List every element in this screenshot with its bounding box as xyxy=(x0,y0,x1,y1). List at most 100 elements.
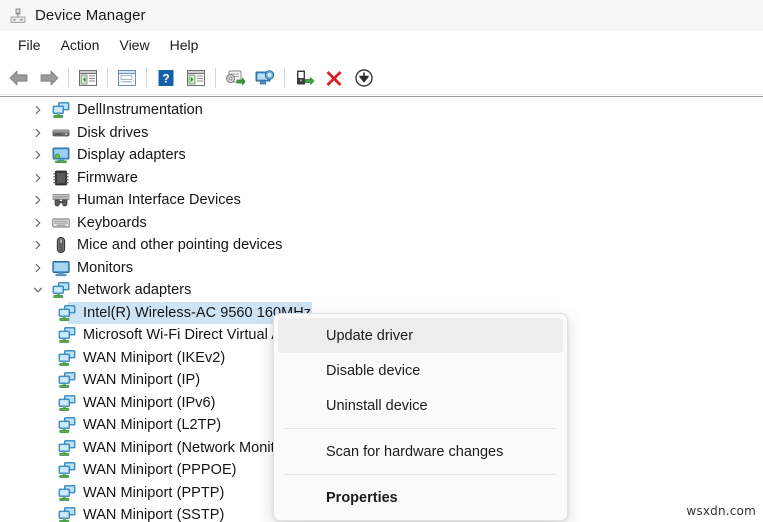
tree-row[interactable]: Network adapters xyxy=(0,279,763,302)
chevron-right-icon xyxy=(35,128,41,137)
toolbar-separator-5 xyxy=(284,67,285,88)
toolbar-divider-light xyxy=(0,94,763,95)
device-manager-icon xyxy=(10,8,26,23)
menu-help[interactable]: Help xyxy=(160,34,209,56)
tree-expander-collapsed[interactable] xyxy=(30,147,46,163)
tree-item-label: Firmware xyxy=(77,169,138,186)
firmware-chip-icon xyxy=(53,170,69,186)
ctx-disable-device[interactable]: Disable device xyxy=(278,353,563,388)
network-adapter-icon xyxy=(58,417,76,434)
tree-row[interactable]: Keyboards xyxy=(0,212,763,235)
network-adapter-icon xyxy=(58,327,76,344)
tree-item-label: WAN Miniport (IKEv2) xyxy=(83,349,226,366)
tree-expander-collapsed[interactable] xyxy=(30,102,46,118)
tree-expander-collapsed[interactable] xyxy=(30,192,46,208)
toolbar-back-button[interactable] xyxy=(4,63,34,93)
menu-action[interactable]: Action xyxy=(51,34,110,56)
tree-item-label: Display adapters xyxy=(77,147,186,164)
tree-expander-collapsed[interactable] xyxy=(30,125,46,141)
toolbar-console-tree-button[interactable] xyxy=(73,63,103,93)
context-menu[interactable]: Update driver Disable device Uninstall dev… xyxy=(273,313,568,521)
tree-item-label: DellInstrumentation xyxy=(77,102,203,119)
device-manager-window: Device Manager File Action View Help ? D… xyxy=(0,0,763,522)
chevron-right-icon xyxy=(35,151,41,160)
tree-expander-collapsed[interactable] xyxy=(30,237,46,253)
toolbar-forward-button[interactable] xyxy=(34,63,64,93)
show-hide-console-tree-icon xyxy=(79,69,97,86)
tree-item-label: Disk drives xyxy=(77,124,149,141)
tree-row[interactable]: Firmware xyxy=(0,167,763,190)
human-interface-icon xyxy=(52,194,70,207)
tree-row[interactable]: Mice and other pointing devices xyxy=(0,234,763,257)
network-adapter-icon xyxy=(58,462,76,479)
menu-view[interactable]: View xyxy=(109,34,159,56)
chevron-right-icon xyxy=(35,241,41,250)
toolbar: ? xyxy=(0,59,763,96)
network-adapter-icon xyxy=(58,507,76,522)
chevron-right-icon xyxy=(35,218,41,227)
ctx-scan-hardware-changes[interactable]: Scan for hardware changes xyxy=(278,434,563,469)
chevron-right-icon xyxy=(35,173,41,182)
show-hide-action-pane-icon xyxy=(187,69,205,86)
mouse-icon xyxy=(56,237,66,254)
tree-item-label: Network adapters xyxy=(77,282,192,299)
toolbar-update-driver-button[interactable] xyxy=(220,63,250,93)
ctx-update-driver[interactable]: Update driver xyxy=(278,318,563,353)
tree-row[interactable]: Display adapters xyxy=(0,144,763,167)
network-adapter-icon xyxy=(58,349,76,366)
ctx-properties[interactable]: Properties xyxy=(278,480,563,515)
network-adapter-icon xyxy=(58,484,76,501)
tree-expander-collapsed[interactable] xyxy=(30,170,46,186)
menu-file[interactable]: File xyxy=(8,34,51,56)
tree-row[interactable]: Monitors xyxy=(0,257,763,280)
toolbar-disable-device-button[interactable] xyxy=(289,63,319,93)
toolbar-separator-3 xyxy=(146,67,147,88)
watermark: wsxdn.com xyxy=(686,504,756,518)
uninstall-device-icon xyxy=(326,70,342,86)
tree-row[interactable]: DellInstrumentation xyxy=(0,99,763,122)
help-icon: ? xyxy=(158,69,174,86)
toolbar-properties-button[interactable] xyxy=(112,63,142,93)
network-computers-icon xyxy=(52,282,70,299)
keyboard-icon xyxy=(52,218,70,228)
tree-item-label: WAN Miniport (L2TP) xyxy=(83,417,222,434)
tree-item-label: WAN Miniport (IP) xyxy=(83,372,201,389)
tree-item-label: WAN Miniport (PPTP) xyxy=(83,484,225,501)
context-menu-separator xyxy=(284,474,557,475)
toolbar-help-button[interactable]: ? xyxy=(151,63,181,93)
tree-row[interactable]: Disk drives xyxy=(0,122,763,145)
tree-row[interactable]: Human Interface Devices xyxy=(0,189,763,212)
tree-item-label: Human Interface Devices xyxy=(77,192,241,209)
tree-item-label: WAN Miniport (SSTP) xyxy=(83,507,225,522)
tree-item-label: Keyboards xyxy=(77,214,147,231)
display-adapter-icon xyxy=(52,147,70,164)
tree-item-label: Mice and other pointing devices xyxy=(77,237,283,254)
toolbar-separator-4 xyxy=(215,67,216,88)
chevron-right-icon xyxy=(35,106,41,115)
toolbar-divider xyxy=(0,96,763,97)
tree-item-label: Monitors xyxy=(77,259,133,276)
toolbar-download-button[interactable] xyxy=(349,63,379,93)
toolbar-scan-hardware-button[interactable] xyxy=(250,63,280,93)
disk-drive-icon xyxy=(52,129,70,137)
disable-device-icon xyxy=(297,70,315,85)
context-menu-separator xyxy=(284,428,557,429)
menu-bar: File Action View Help xyxy=(0,31,763,59)
ctx-uninstall-device[interactable]: Uninstall device xyxy=(278,388,563,423)
tree-expander-collapsed[interactable] xyxy=(30,215,46,231)
network-adapter-icon xyxy=(58,304,76,321)
chevron-right-icon xyxy=(35,263,41,272)
network-adapter-icon xyxy=(58,372,76,389)
title-bar: Device Manager xyxy=(0,0,763,31)
network-adapter-icon xyxy=(58,439,76,456)
network-computers-icon xyxy=(52,102,70,119)
chevron-right-icon xyxy=(35,196,41,205)
properties-icon xyxy=(118,69,136,86)
monitor-icon xyxy=(52,260,70,276)
toolbar-uninstall-device-button[interactable] xyxy=(319,63,349,93)
tree-expander-expanded[interactable] xyxy=(30,282,46,298)
toolbar-action-pane-button[interactable] xyxy=(181,63,211,93)
forward-arrow-icon xyxy=(40,70,59,85)
svg-text:?: ? xyxy=(162,71,169,85)
tree-expander-collapsed[interactable] xyxy=(30,260,46,276)
